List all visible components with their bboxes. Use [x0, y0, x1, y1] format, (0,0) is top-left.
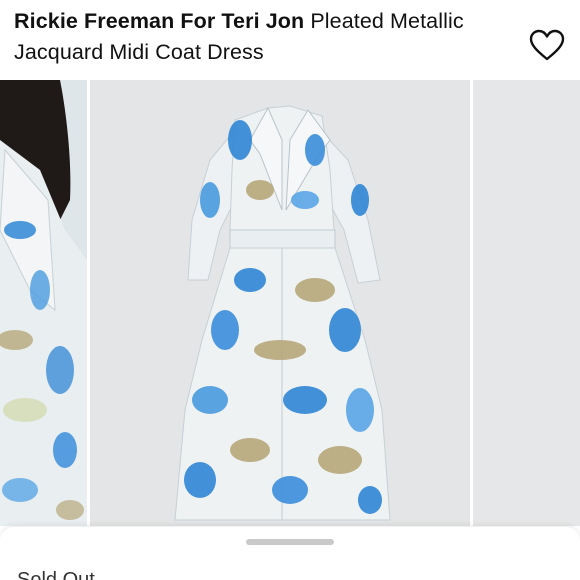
- main-photo[interactable]: [90, 80, 470, 526]
- photo-carousel[interactable]: [0, 80, 580, 526]
- bottom-sheet[interactable]: Sold Out: [0, 527, 580, 580]
- heart-icon[interactable]: [529, 29, 565, 62]
- listing-title: Rickie Freeman For Teri Jon Pleated Meta…: [14, 6, 524, 68]
- previous-photo[interactable]: [0, 80, 87, 526]
- next-photo[interactable]: [473, 80, 580, 526]
- status-badge: Sold Out: [17, 569, 95, 580]
- drag-handle[interactable]: [246, 539, 334, 545]
- brand-name[interactable]: Rickie Freeman For Teri Jon: [14, 9, 304, 33]
